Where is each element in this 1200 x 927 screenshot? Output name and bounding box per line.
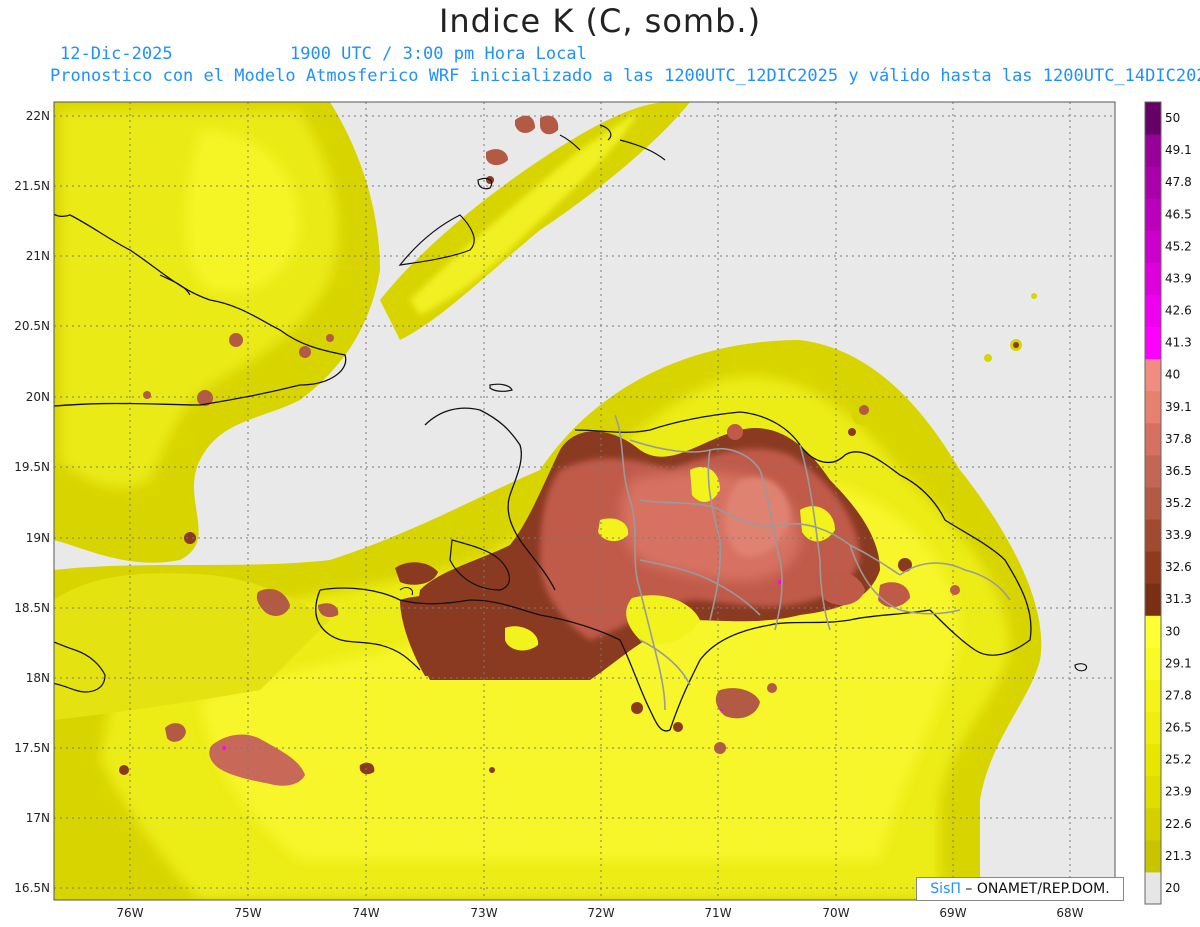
colorbar-swatch [1145,615,1161,648]
colorbar-swatch [1145,166,1161,199]
lon-label: 72W [587,906,614,920]
colorbar-label: 46.5 [1165,207,1192,221]
colorbar-label: 39.1 [1165,400,1192,414]
lat-label: 21N [26,249,50,263]
colorbar-swatch [1145,871,1161,905]
colorbar-swatch [1145,422,1161,456]
colorbar-swatch [1145,230,1161,263]
colorbar-label: 29.1 [1165,656,1192,670]
colorbar-swatch [1145,775,1161,809]
colorbar-swatch [1145,294,1161,328]
latitude-axis: 22N 21.5N 21N 20.5N 20N 19.5N 19N 18.5N … [14,109,50,895]
colorbar: 20 21.3 22.6 23.9 25.2 26.5 27.8 29.1 30 31.3 32.6… [1144,101,1192,905]
colorbar-swatch [1145,551,1161,584]
colorbar-swatch [1145,198,1161,231]
lat-label: 16.5N [14,881,50,895]
colorbar-label: 43.9 [1165,271,1192,285]
lat-label: 20.5N [14,319,50,333]
colorbar-label: 27.8 [1165,688,1192,702]
lat-label: 21.5N [14,179,50,193]
colorbar-swatch [1145,743,1161,777]
lon-label: 74W [352,906,379,920]
colorbar-label: 41.3 [1165,336,1192,350]
colorbar-label: 32.6 [1165,560,1192,574]
lat-label: 18.5N [14,601,50,615]
colorbar-swatch [1145,102,1161,135]
colorbar-label: 42.6 [1165,304,1192,318]
lon-label: 76W [116,906,143,920]
colorbar-swatch [1145,358,1161,392]
lon-label: 71W [704,906,731,920]
colorbar-label: 25.2 [1165,753,1192,767]
colorbar-label: 45.2 [1165,239,1192,253]
colorbar-swatch [1145,839,1161,873]
lon-label: 73W [470,906,497,920]
k-index-map: 22N 21.5N 21N 20.5N 20N 19.5N 19N 18.5N … [14,101,1192,920]
sis-logo: SisΠ [930,881,961,897]
colorbar-label: 47.8 [1165,175,1192,189]
colorbar-swatch [1145,262,1161,295]
colorbar-label: 21.3 [1165,849,1192,863]
lon-label: 75W [234,906,261,920]
colorbar-label: 35.2 [1165,496,1192,510]
colorbar-swatch [1145,390,1161,424]
colorbar-label: 20 [1165,881,1180,895]
colorbar-label: 50 [1165,111,1180,125]
lat-label: 20N [26,390,50,404]
colorbar-swatch [1145,486,1161,520]
colorbar-swatch [1145,326,1161,360]
lat-label: 19N [26,531,50,545]
lon-label: 68W [1056,906,1083,920]
colorbar-label: 49.1 [1165,143,1192,157]
lat-label: 17.5N [14,741,50,755]
colorbar-label: 31.3 [1165,592,1192,606]
colorbar-label: 36.5 [1165,464,1192,478]
colorbar-swatch [1145,711,1161,745]
lat-label: 17N [26,811,50,825]
lon-label: 70W [822,906,849,920]
colorbar-label: 37.8 [1165,432,1192,446]
colorbar-label: 33.9 [1165,528,1192,542]
colorbar-swatch [1145,583,1161,616]
colorbar-label: 40 [1165,368,1180,382]
credit-text: ONAMET/REP.DOM. [976,881,1110,897]
colorbar-swatch [1145,647,1161,680]
colorbar-label: 22.6 [1165,817,1192,831]
colorbar-label: 26.5 [1165,721,1192,735]
colorbar-swatch [1145,679,1161,713]
longitude-axis: 76W 75W 74W 73W 72W 71W 70W 69W 68W [116,906,1083,920]
colorbar-label: 23.9 [1165,785,1192,799]
colorbar-swatch [1145,134,1161,167]
colorbar-swatch [1145,807,1161,841]
lat-label: 19.5N [14,460,50,474]
credit-box: SisΠ – ONAMET/REP.DOM. [916,877,1124,901]
colorbar-swatch [1145,454,1161,488]
lat-label: 22N [26,109,50,123]
lon-label: 69W [939,906,966,920]
colorbar-swatch [1145,519,1161,552]
lat-label: 18N [26,671,50,685]
colorbar-label: 30 [1165,624,1180,638]
